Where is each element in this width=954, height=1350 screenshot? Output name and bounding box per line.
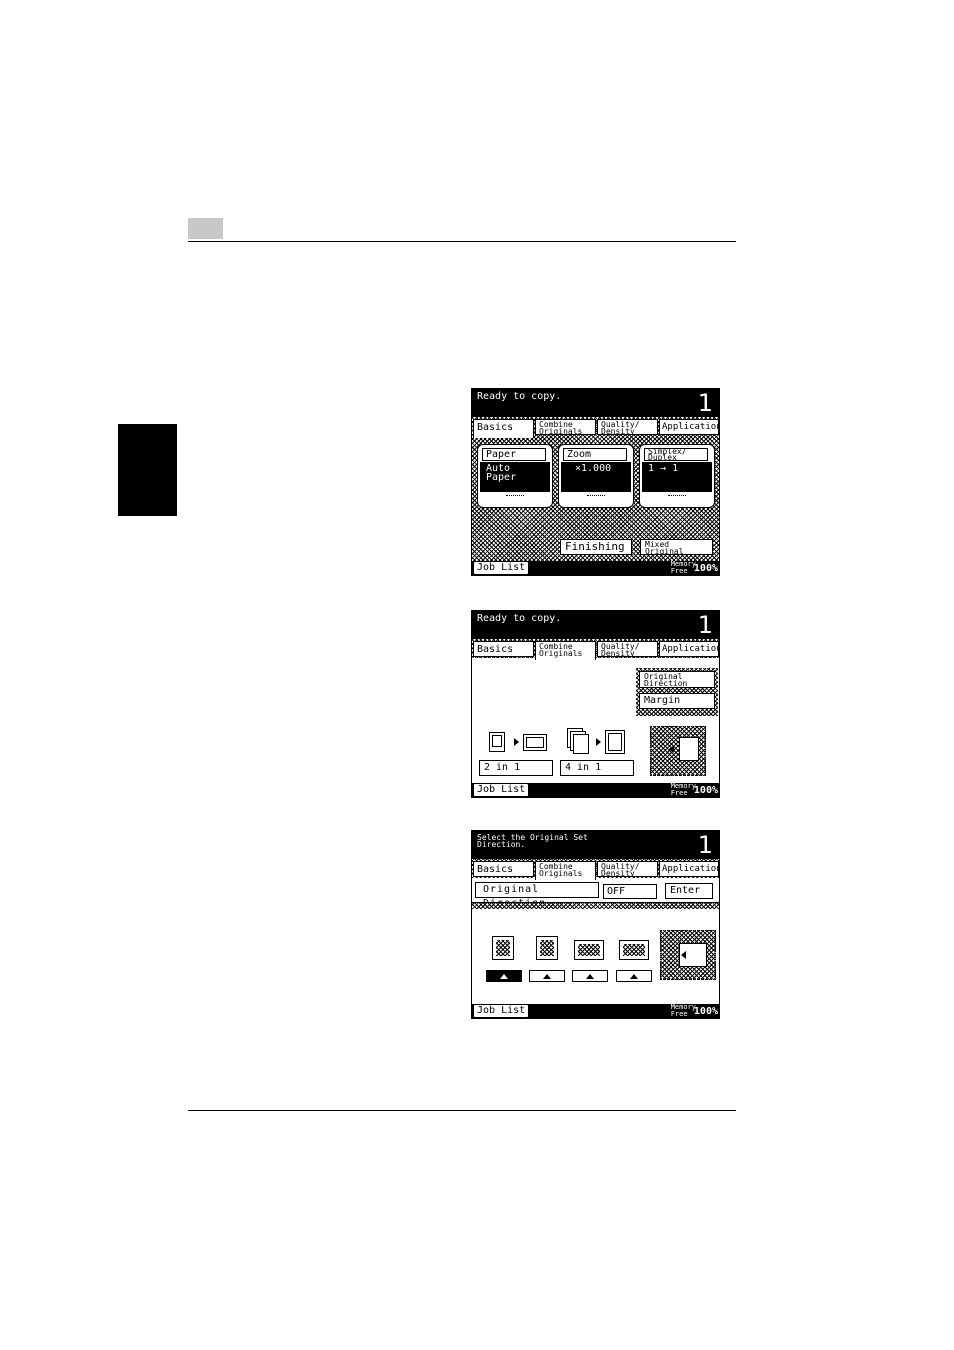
layout-preview-icon xyxy=(650,726,706,776)
landscape-up-icon xyxy=(574,940,604,960)
memory-percent: 100% xyxy=(693,785,718,796)
direction-body: Original Direction OFF Enter xyxy=(472,878,719,1006)
zoom-card[interactable]: Zoom ×1.000 xyxy=(558,444,634,508)
status-message: Ready to copy. xyxy=(477,613,562,624)
paper-card[interactable]: Paper Auto Paper xyxy=(477,444,553,508)
arrow-right-icon xyxy=(514,738,519,746)
zoom-label: Zoom xyxy=(563,448,627,461)
status-message: Select the Original Set Direction. xyxy=(477,833,588,849)
tab-basics[interactable]: Basics xyxy=(473,419,534,438)
zoom-indicator xyxy=(587,495,605,502)
enter-button[interactable]: Enter xyxy=(665,883,713,899)
margin-button[interactable]: Margin xyxy=(639,693,715,709)
screen-basics: Ready to copy. 1 Basics Combine Original… xyxy=(471,388,720,576)
two-in-one-icon xyxy=(487,730,557,754)
original-direction-button[interactable]: Original Direction xyxy=(639,671,715,688)
screen-original-direction: Select the Original Set Direction. 1 Bas… xyxy=(471,830,720,1019)
copy-count: 1 xyxy=(697,611,713,639)
bottom-bar: Job List Memory Free 100% xyxy=(472,783,719,797)
simplex-indicator xyxy=(668,495,686,502)
arrow-right-icon xyxy=(596,738,601,746)
landscape-side-icon xyxy=(619,940,649,960)
four-in-one-icon xyxy=(565,726,635,756)
simplex-duplex-label: Simplex/ Duplex xyxy=(644,448,708,462)
direction-select-3[interactable] xyxy=(572,970,608,982)
arrow-left-icon xyxy=(681,951,686,959)
triangle-up-icon xyxy=(630,974,638,979)
four-in-one-button[interactable]: 4 in 1 xyxy=(560,760,634,776)
options-group: Original Direction Margin xyxy=(636,668,718,716)
simplex-duplex-value: 1 → 1 xyxy=(642,462,712,492)
tab-quality-density[interactable]: Quality/ Density xyxy=(597,419,658,435)
combined-page-inner-icon xyxy=(526,737,544,748)
zoom-value: ×1.000 xyxy=(561,462,631,492)
direction-preview-icon xyxy=(660,930,716,980)
tab-bar: Basics Combine Originals Quality/ Densit… xyxy=(472,859,719,880)
direction-status: OFF xyxy=(603,884,657,899)
memory-label: Memory Free xyxy=(670,782,696,797)
status-bar: Ready to copy. 1 xyxy=(472,611,719,639)
stack-page-3-icon xyxy=(573,734,589,754)
job-list-button[interactable]: Job List xyxy=(474,784,529,796)
bottom-bar: Job List Memory Free 100% xyxy=(472,561,719,575)
paper-label: Paper xyxy=(482,448,546,461)
job-list-button[interactable]: Job List xyxy=(474,1005,529,1017)
triangle-up-icon xyxy=(543,974,551,979)
memory-percent: 100% xyxy=(693,563,718,574)
job-list-button[interactable]: Job List xyxy=(474,562,529,574)
combine-body: Original Direction Margin 2 in 1 4 in 1 xyxy=(472,658,719,785)
tab-combine-originals[interactable]: Combine Originals xyxy=(535,641,596,660)
direction-select-1[interactable] xyxy=(486,970,522,982)
tab-combine-originals[interactable]: Combine Originals xyxy=(535,861,596,880)
triangle-up-icon xyxy=(586,974,594,979)
tab-basics[interactable]: Basics xyxy=(473,641,534,657)
simplex-duplex-card[interactable]: Simplex/ Duplex 1 → 1 xyxy=(639,444,715,508)
header-rule xyxy=(188,241,736,242)
tab-quality-density[interactable]: Quality/ Density xyxy=(597,861,658,877)
portrait-up-icon xyxy=(492,936,514,960)
direction-header: Original Direction OFF Enter xyxy=(472,878,719,909)
portrait-side-icon xyxy=(536,936,558,960)
paper-indicator xyxy=(506,495,524,502)
quad-page-inner-icon xyxy=(608,733,622,751)
direction-title: Original Direction xyxy=(475,882,599,909)
mixed-original-button[interactable]: Mixed Original xyxy=(640,539,713,556)
tab-quality-density[interactable]: Quality/ Density xyxy=(597,641,658,657)
status-bar: Select the Original Set Direction. 1 xyxy=(472,831,719,859)
header-shade xyxy=(472,903,719,909)
triangle-up-icon xyxy=(500,974,508,979)
status-bar: Ready to copy. 1 xyxy=(472,389,719,417)
copy-count: 1 xyxy=(697,389,713,417)
tab-application[interactable]: Application xyxy=(659,419,719,435)
screen-combine-originals: Ready to copy. 1 Basics Combine Original… xyxy=(471,610,720,798)
bottom-bar: Job List Memory Free 100% xyxy=(472,1004,719,1018)
tab-basics[interactable]: Basics xyxy=(473,861,534,877)
direction-select-2[interactable] xyxy=(529,970,565,982)
finishing-button[interactable]: Finishing xyxy=(560,539,632,555)
arrow-left-icon xyxy=(669,745,674,753)
chapter-tab xyxy=(118,424,177,516)
two-in-one-button[interactable]: 2 in 1 xyxy=(479,760,553,776)
copy-count: 1 xyxy=(697,831,713,859)
header-block xyxy=(188,218,223,239)
paper-value: Auto Paper xyxy=(480,462,550,492)
memory-percent: 100% xyxy=(693,1006,718,1017)
status-message: Ready to copy. xyxy=(477,391,562,402)
tab-bar: Basics Combine Originals Quality/ Densit… xyxy=(472,639,719,660)
direction-select-4[interactable] xyxy=(616,970,652,982)
basics-body: Paper Auto Paper Zoom ×1.000 Simplex/ Du… xyxy=(472,436,719,563)
original-page-inner-icon xyxy=(492,735,502,747)
memory-label: Memory Free xyxy=(670,1003,696,1018)
tab-application[interactable]: Application xyxy=(659,861,719,877)
tab-application[interactable]: Application xyxy=(659,641,719,657)
tab-combine-originals[interactable]: Combine Originals xyxy=(535,419,596,435)
footer-rule xyxy=(188,1110,736,1111)
preview-page-icon xyxy=(679,737,699,761)
tab-bar: Basics Combine Originals Quality/ Densit… xyxy=(472,417,719,438)
memory-label: Memory Free xyxy=(670,560,696,575)
